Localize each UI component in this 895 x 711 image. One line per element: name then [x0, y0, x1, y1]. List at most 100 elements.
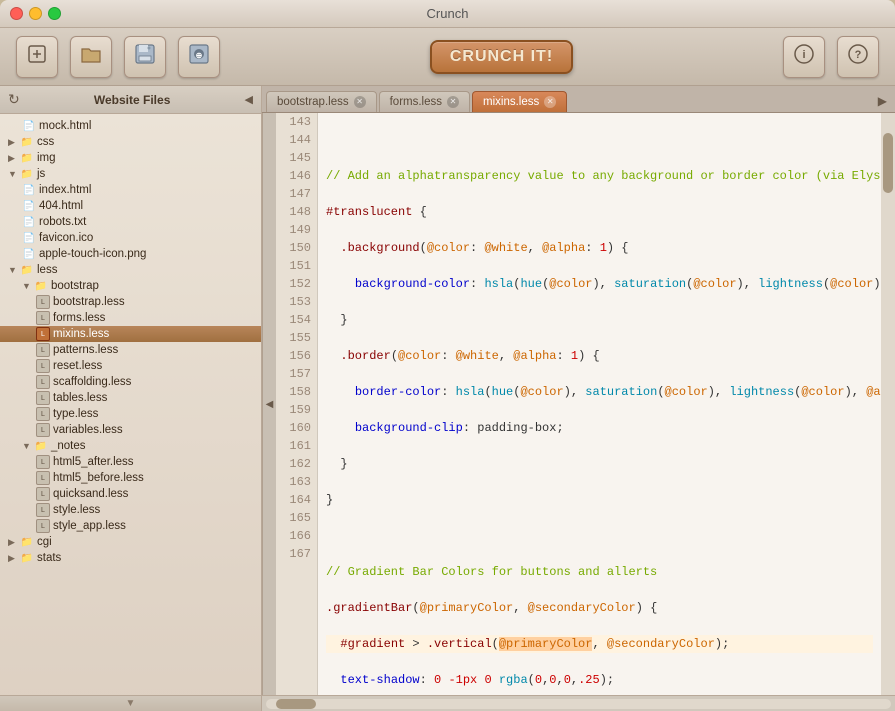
horizontal-scrollbar[interactable]	[266, 699, 891, 709]
h-scrollbar-thumb[interactable]	[276, 699, 316, 709]
code-line: }	[326, 311, 873, 329]
file-icon: 📄	[22, 247, 36, 261]
folder-icon: 📁	[34, 439, 48, 453]
code-content[interactable]: // Add an alphatransparency value to any…	[318, 113, 881, 695]
code-line: border-color: hsla(hue(@color), saturati…	[326, 383, 873, 401]
list-item[interactable]: ▼ 📁 bootstrap	[0, 278, 261, 294]
tab-scroll-arrow[interactable]: ▶	[874, 90, 891, 112]
tab-label: forms.less	[390, 96, 442, 108]
help-button[interactable]: ?	[837, 36, 879, 78]
save-button[interactable]	[124, 36, 166, 78]
code-line: text-shadow: 0 -1px 0 rgba(0,0,0,.25);	[326, 671, 873, 689]
list-item[interactable]: 📄 index.html	[0, 182, 261, 198]
tab-mixins-less[interactable]: mixins.less ✕	[472, 91, 567, 112]
folder-icon: 📁	[34, 279, 48, 293]
list-item[interactable]: ▼ 📁 _notes	[0, 438, 261, 454]
list-item[interactable]: L html5_before.less	[0, 470, 261, 486]
code-line: #gradient > .vertical(@primaryColor, @se…	[326, 635, 873, 653]
list-item[interactable]: L variables.less	[0, 422, 261, 438]
code-line: .gradientBar(@primaryColor, @secondaryCo…	[326, 599, 873, 617]
close-button[interactable]	[10, 7, 23, 20]
new-icon	[26, 43, 48, 71]
list-item[interactable]: L style.less	[0, 502, 261, 518]
less-file-icon: L	[36, 359, 50, 373]
list-item[interactable]: ▼ 📁 less	[0, 262, 261, 278]
code-line: }	[326, 491, 873, 509]
editor-area: bootstrap.less ✕ forms.less ✕ mixins.les…	[262, 86, 895, 711]
list-item[interactable]: L html5_after.less	[0, 454, 261, 470]
list-item[interactable]: 📄 mock.html	[0, 118, 261, 134]
code-line: // Add an alphatransparency value to any…	[326, 167, 873, 185]
list-item[interactable]: ▼ 📁 js	[0, 166, 261, 182]
list-item[interactable]: L quicksand.less	[0, 486, 261, 502]
list-item[interactable]: L reset.less	[0, 358, 261, 374]
list-item[interactable]: 📄 404.html	[0, 198, 261, 214]
minimize-button[interactable]	[29, 7, 42, 20]
expand-icon: ▶	[8, 537, 18, 547]
sidebar-scroll-bottom: ▼	[0, 695, 261, 711]
new-button[interactable]	[16, 36, 58, 78]
open-button[interactable]	[70, 36, 112, 78]
list-item[interactable]: L bootstrap.less	[0, 294, 261, 310]
sidebar: ↻ Website Files ◀ 📄 mock.html ▶ 📁 css ▶ …	[0, 86, 262, 711]
export-button[interactable]: ⊕	[178, 36, 220, 78]
sidebar-tree: 📄 mock.html ▶ 📁 css ▶ 📁 img ▼ 📁 js	[0, 114, 261, 695]
code-editor[interactable]: ◀ 143 144 145 146 147 148 149 150 151 15…	[262, 113, 895, 695]
list-item[interactable]: L scaffolding.less	[0, 374, 261, 390]
editor-bottom	[262, 695, 895, 711]
line-numbers: 143 144 145 146 147 148 149 150 151 152 …	[276, 113, 318, 695]
scrollbar-thumb[interactable]	[883, 133, 893, 193]
less-file-icon: L	[36, 391, 50, 405]
info-button[interactable]: i	[783, 36, 825, 78]
list-item[interactable]: ▶ 📁 img	[0, 150, 261, 166]
list-item[interactable]: 📄 favicon.ico	[0, 230, 261, 246]
list-item[interactable]: ▶ 📁 css	[0, 134, 261, 150]
tab-close-icon[interactable]: ✕	[544, 96, 556, 108]
list-item[interactable]: ▶ 📁 stats	[0, 550, 261, 566]
folder-icon: 📁	[20, 151, 34, 165]
file-icon: 📄	[22, 183, 36, 197]
less-file-icon: L	[36, 519, 50, 533]
less-file-icon: L	[36, 343, 50, 357]
sidebar-header: ↻ Website Files ◀	[0, 86, 261, 114]
folder-icon: 📁	[20, 167, 34, 181]
vertical-scrollbar[interactable]	[881, 113, 895, 695]
save-icon	[134, 43, 156, 71]
expand-icon: ▶	[8, 153, 18, 163]
code-line: background-color: hsla(hue(@color), satu…	[326, 275, 873, 293]
list-item[interactable]: 📄 apple-touch-icon.png	[0, 246, 261, 262]
list-item[interactable]: L tables.less	[0, 390, 261, 406]
code-line: background-clip: padding-box;	[326, 419, 873, 437]
expand-icon: ▼	[8, 169, 18, 179]
list-item[interactable]: L mixins.less	[0, 326, 261, 342]
list-item[interactable]: 📄 robots.txt	[0, 214, 261, 230]
less-file-icon: L	[36, 327, 50, 341]
editor-nav-left[interactable]: ◀	[262, 113, 276, 695]
scroll-arrow-down[interactable]: ▼	[126, 698, 136, 709]
tab-label: bootstrap.less	[277, 96, 349, 108]
toolbar: ⊕ CRUNCH IT! i ?	[0, 28, 895, 86]
file-icon: 📄	[22, 215, 36, 229]
refresh-icon[interactable]: ↻	[8, 91, 20, 108]
list-item[interactable]: L style_app.less	[0, 518, 261, 534]
less-file-icon: L	[36, 407, 50, 421]
folder-icon: 📁	[20, 535, 34, 549]
folder-icon: 📁	[20, 135, 34, 149]
list-item[interactable]: L forms.less	[0, 310, 261, 326]
svg-text:?: ?	[855, 49, 862, 61]
expand-icon: ▼	[22, 281, 32, 291]
list-item[interactable]: L type.less	[0, 406, 261, 422]
list-item[interactable]: ▶ 📁 cgi	[0, 534, 261, 550]
less-file-icon: L	[36, 503, 50, 517]
tab-close-icon[interactable]: ✕	[354, 96, 366, 108]
tab-forms-less[interactable]: forms.less ✕	[379, 91, 470, 112]
maximize-button[interactable]	[48, 7, 61, 20]
crunch-button[interactable]: CRUNCH IT!	[430, 40, 573, 74]
less-file-icon: L	[36, 471, 50, 485]
list-item[interactable]: L patterns.less	[0, 342, 261, 358]
toolbar-left: ⊕	[16, 36, 220, 78]
window-controls[interactable]	[10, 7, 61, 20]
less-file-icon: L	[36, 455, 50, 469]
tab-close-icon[interactable]: ✕	[447, 96, 459, 108]
tab-bootstrap-less[interactable]: bootstrap.less ✕	[266, 91, 377, 112]
